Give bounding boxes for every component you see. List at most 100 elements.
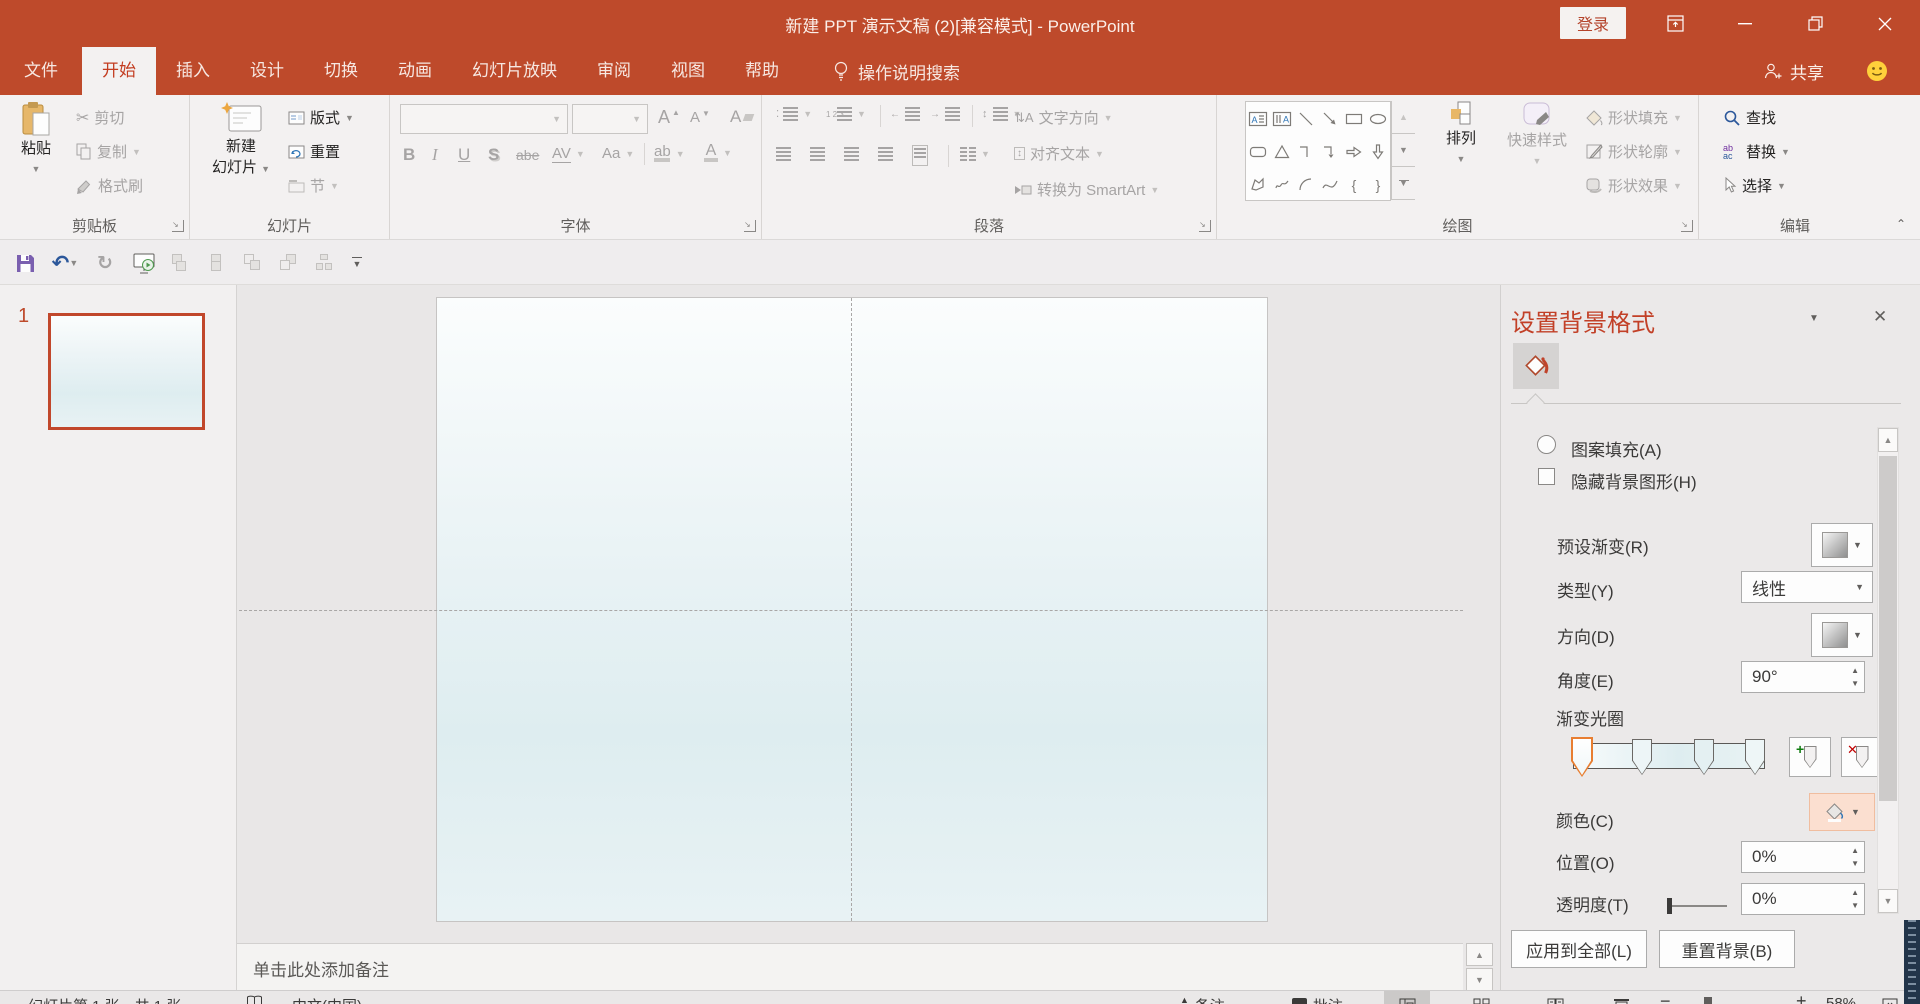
arc-shape-icon[interactable] — [1294, 168, 1318, 201]
distribute-text-button[interactable] — [912, 145, 928, 166]
curve-shape-icon[interactable] — [1318, 168, 1342, 201]
align-text-button[interactable]: ↕对齐文本▼ — [1014, 143, 1104, 164]
cut-button[interactable]: ✂ 剪切 — [76, 107, 124, 128]
font-dialog-launcher[interactable]: ↘ — [744, 220, 756, 232]
fit-to-window-button[interactable] — [1872, 991, 1908, 1004]
vertical-textbox-shape-icon[interactable]: A — [1270, 102, 1294, 135]
rectangle-shape-icon[interactable] — [1342, 102, 1366, 135]
justify-button[interactable] — [878, 147, 893, 161]
previous-slide-button[interactable]: ▲ — [1466, 943, 1493, 966]
text-shadow-button[interactable]: S — [488, 145, 499, 165]
position-down-icon[interactable]: ▼ — [1851, 859, 1859, 868]
tab-slideshow[interactable]: 幻灯片放映 — [452, 47, 577, 95]
fill-tab-button[interactable] — [1513, 343, 1559, 389]
share-button[interactable]: 共享 — [1762, 47, 1824, 95]
color-dropdown[interactable]: ▼ — [1809, 793, 1875, 831]
down-arrow-shape-icon[interactable] — [1366, 135, 1390, 168]
font-color-button[interactable]: A▼ — [704, 143, 732, 162]
panel-scroll-down-icon[interactable]: ▼ — [1878, 889, 1898, 913]
gradient-stop-1-selected[interactable] — [1571, 737, 1593, 777]
preset-gradients-dropdown[interactable]: ▼ — [1811, 523, 1873, 567]
panel-close-icon[interactable]: ✕ — [1873, 307, 1887, 327]
find-button[interactable]: 查找 — [1723, 107, 1776, 128]
tab-design[interactable]: 设计 — [230, 47, 304, 95]
replace-button[interactable]: abac 替换 ▼ — [1723, 141, 1790, 162]
arrange-button[interactable]: 排列 ▼ — [1431, 101, 1491, 169]
bold-button[interactable]: B — [403, 145, 415, 165]
login-button[interactable]: 登录 — [1560, 7, 1626, 39]
reset-button[interactable]: 重置 — [288, 141, 340, 162]
normal-view-button[interactable] — [1384, 991, 1430, 1004]
zoom-out-button[interactable]: − — [1660, 991, 1671, 1004]
character-spacing-button[interactable]: AV▼ — [552, 145, 585, 163]
rounded-rectangle-shape-icon[interactable] — [1246, 135, 1270, 168]
shape-gallery[interactable]: A A { } — [1245, 101, 1391, 201]
new-slide-button[interactable]: 新建 幻灯片 ▼ — [206, 101, 276, 179]
reading-view-button[interactable] — [1532, 991, 1578, 1004]
pattern-fill-radio[interactable] — [1537, 435, 1556, 454]
hide-background-label[interactable]: 隐藏背景图形(H) — [1571, 468, 1697, 493]
convert-smartart-button[interactable]: 转换为 SmartArt▼ — [1014, 179, 1159, 200]
elbow-arrow-connector-shape-icon[interactable] — [1318, 135, 1342, 168]
hide-background-checkbox[interactable] — [1538, 468, 1555, 485]
transparency-slider-handle[interactable] — [1667, 898, 1672, 914]
arrow-shape-icon[interactable] — [1318, 102, 1342, 135]
bullets-button[interactable]: ⁚▼ — [776, 107, 812, 121]
zoom-in-button[interactable]: + — [1796, 991, 1807, 1004]
qat-disabled-button-2[interactable] — [208, 249, 226, 277]
layout-button[interactable]: 版式 ▼ — [288, 107, 354, 128]
minimize-button[interactable] — [1720, 0, 1770, 47]
tab-review[interactable]: 审阅 — [577, 47, 651, 95]
tellme-search[interactable]: 操作说明搜索 — [833, 47, 960, 95]
triangle-shape-icon[interactable] — [1270, 135, 1294, 168]
save-button[interactable] — [12, 249, 38, 277]
shape-gallery-more-icon[interactable]: ▼ — [1391, 167, 1415, 200]
zoom-slider-handle[interactable] — [1704, 997, 1712, 1004]
comments-toggle-button[interactable]: 批注 — [1292, 995, 1343, 1004]
restore-button[interactable] — [1790, 0, 1840, 47]
shape-fill-button[interactable]: 形状填充 ▼ — [1585, 107, 1682, 128]
qat-disabled-button-5[interactable] — [316, 249, 334, 277]
underline-button[interactable]: U — [458, 145, 470, 165]
next-slide-button[interactable]: ▼ — [1466, 968, 1493, 991]
apply-to-all-button[interactable]: 应用到全部(L) — [1511, 930, 1647, 968]
zoom-percent[interactable]: 58% — [1826, 995, 1856, 1004]
tab-animations[interactable]: 动画 — [378, 47, 452, 95]
tab-file[interactable]: 文件 — [0, 47, 82, 95]
undo-button[interactable]: ↶ ▼ — [48, 249, 82, 277]
shrink-font-button[interactable]: A▼ — [690, 109, 710, 126]
slide-thumbnail[interactable] — [48, 313, 205, 430]
qat-disabled-button-3[interactable] — [244, 249, 262, 277]
font-size-combo[interactable]: ▼ — [572, 104, 648, 134]
notes-pane[interactable]: 单击此处添加备注 — [237, 943, 1463, 990]
drawing-dialog-launcher[interactable]: ↘ — [1681, 220, 1693, 232]
italic-button[interactable]: I — [432, 145, 438, 165]
quick-styles-button[interactable]: 快速样式 ▼ — [1499, 101, 1575, 171]
increase-indent-button[interactable]: → — [930, 107, 960, 121]
right-brace-shape-icon[interactable]: } — [1366, 168, 1390, 201]
text-direction-button[interactable]: ⇅A文字方向▼ — [1014, 107, 1113, 128]
shape-gallery-up-icon[interactable]: ▲ — [1391, 101, 1415, 134]
spellcheck-book-icon[interactable] — [246, 995, 263, 1004]
strikethrough-button[interactable]: abe — [516, 147, 539, 163]
angle-spinner[interactable]: 90° ▲▼ — [1741, 661, 1865, 693]
font-name-combo[interactable]: ▼ — [400, 104, 568, 134]
grow-font-button[interactable]: A▲ — [658, 107, 680, 128]
slideshow-view-button[interactable] — [1598, 991, 1644, 1004]
pattern-fill-label[interactable]: 图案填充(A) — [1571, 436, 1662, 461]
position-up-icon[interactable]: ▲ — [1851, 846, 1859, 855]
position-spinner[interactable]: 0% ▲▼ — [1741, 841, 1865, 873]
change-case-button[interactable]: Aa▼ — [602, 145, 634, 162]
qat-disabled-button-1[interactable] — [172, 249, 190, 277]
textbox-shape-icon[interactable]: A — [1246, 102, 1270, 135]
gradient-stop-4[interactable] — [1745, 739, 1765, 775]
section-button[interactable]: 节 ▼ — [288, 175, 339, 196]
format-painter-button[interactable]: 格式刷 — [76, 175, 143, 196]
shape-outline-button[interactable]: 形状轮廓 ▼ — [1585, 141, 1682, 162]
highlight-color-button[interactable]: ab▼ — [654, 145, 685, 162]
align-right-button[interactable] — [844, 147, 859, 161]
gradient-stop-3[interactable] — [1694, 739, 1714, 775]
scribble-shape-icon[interactable] — [1270, 168, 1294, 201]
tab-view[interactable]: 视图 — [651, 47, 725, 95]
slide-sorter-view-button[interactable] — [1458, 991, 1504, 1004]
